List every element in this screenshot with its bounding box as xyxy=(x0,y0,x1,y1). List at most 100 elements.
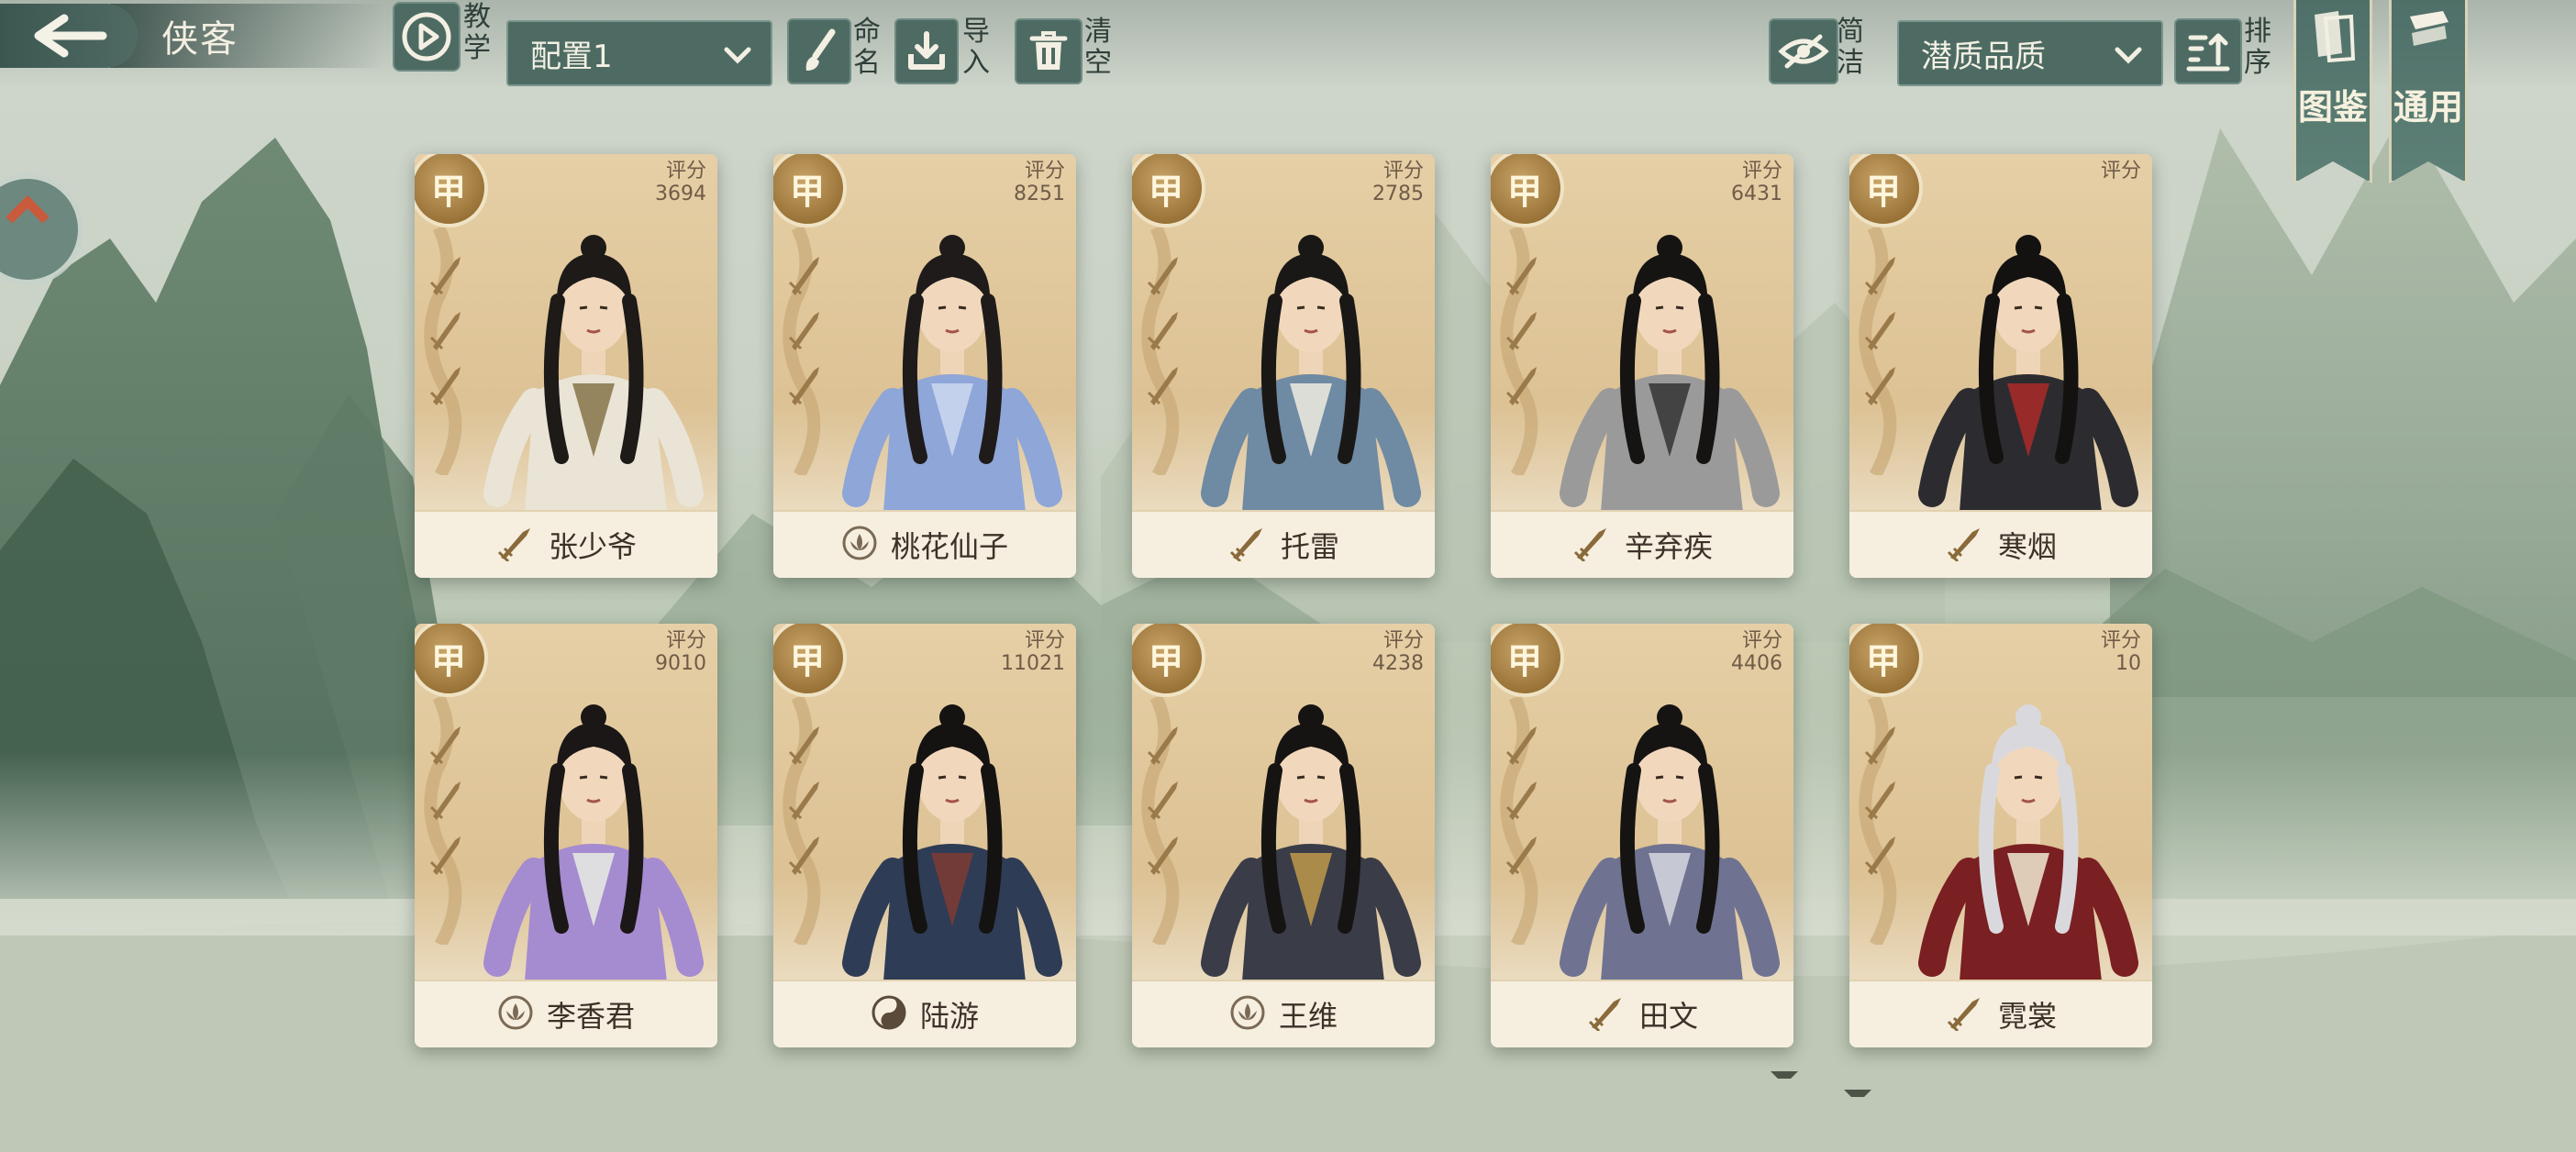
character-card[interactable]: 甲评分 6431 辛弃疾 xyxy=(1491,154,1793,578)
character-portrait xyxy=(1560,235,1780,512)
trash-icon xyxy=(1029,31,1068,70)
character-name: 田文 xyxy=(1638,999,1698,1034)
rank-strip-wrap xyxy=(1496,693,1551,948)
character-portrait xyxy=(1560,704,1780,981)
score-box: 评分 10 xyxy=(2101,629,2141,675)
portrait-wrap xyxy=(1187,182,1435,512)
simple-view-button[interactable] xyxy=(1769,18,1838,84)
rank-strip xyxy=(1500,224,1538,479)
config-select[interactable]: 配置1 xyxy=(506,20,772,86)
rank-strip xyxy=(424,693,462,948)
school-icon-wrap xyxy=(1945,994,1985,1035)
character-portrait xyxy=(1918,235,2138,512)
character-card[interactable]: 甲评分 3694 张少爷 xyxy=(415,154,717,578)
score-box: 评分 4406 xyxy=(1731,629,1782,675)
config-select-value: 配置1 xyxy=(530,38,613,75)
character-card[interactable]: 甲评分 4406 田文 xyxy=(1491,624,1793,1047)
rank-strip-wrap xyxy=(1138,693,1193,948)
score-box: 评分 11021 xyxy=(1001,629,1065,675)
score-value: 10 xyxy=(2115,652,2141,675)
portrait-wrap xyxy=(470,182,717,512)
blade-school-icon xyxy=(1229,528,1262,563)
portrait-wrap xyxy=(828,651,1076,981)
name-bar: 托雷 xyxy=(1132,510,1435,578)
atlas-ribbon-button[interactable]: 图鉴 xyxy=(2293,0,2372,183)
character-card[interactable]: 甲评分 2785 托雷 xyxy=(1132,154,1435,578)
score-value: 6431 xyxy=(1731,183,1782,205)
character-card[interactable]: 甲评分 11021 陆游 xyxy=(773,624,1076,1047)
score-value: 4406 xyxy=(1731,652,1782,675)
hidden-eye-icon xyxy=(1778,34,1829,69)
blade-school-icon xyxy=(1947,528,1980,563)
simple-view-label: 简洁 xyxy=(1837,16,1864,79)
sort-up-icon xyxy=(2186,33,2230,72)
scroll-icon xyxy=(2410,11,2448,46)
character-name: 托雷 xyxy=(1280,529,1339,564)
clear-label: 清空 xyxy=(1084,16,1112,79)
book-icon xyxy=(2315,11,2356,62)
blade-school-icon xyxy=(1573,528,1606,563)
blade-school-icon xyxy=(1588,998,1621,1033)
rank-strip-wrap xyxy=(779,224,834,479)
character-card[interactable]: 甲评分 9010 李香君 xyxy=(415,624,717,1047)
rank-strip xyxy=(1141,693,1180,948)
download-icon xyxy=(908,31,945,70)
tutorial-label: 教学 xyxy=(463,1,491,64)
character-portrait xyxy=(1201,704,1421,981)
score-box: 评分 3694 xyxy=(655,160,706,205)
name-bar: 李香君 xyxy=(415,980,717,1047)
character-name: 桃花仙子 xyxy=(890,529,1008,564)
brush-icon xyxy=(805,28,836,71)
import-button[interactable] xyxy=(894,18,959,84)
rank-strip-wrap xyxy=(1855,224,1910,479)
atlas-label: 图鉴 xyxy=(2297,86,2368,127)
portrait-wrap xyxy=(1904,651,2152,981)
score-label: 评分 xyxy=(1382,160,1424,183)
school-icon-wrap xyxy=(1945,525,1985,565)
school-icon-wrap xyxy=(1571,525,1612,565)
clear-button[interactable] xyxy=(1015,18,1083,84)
name-bar: 陆游 xyxy=(773,980,1076,1047)
sort-order-button[interactable] xyxy=(2174,18,2242,84)
general-ribbon-button[interactable]: 通用 xyxy=(2389,0,2468,183)
page-title: 侠客 xyxy=(161,18,239,61)
school-icon-wrap xyxy=(871,994,907,1035)
character-portrait xyxy=(842,235,1062,512)
name-bar: 辛弃疾 xyxy=(1491,510,1793,578)
sort-select[interactable]: 潜质品质 xyxy=(1897,20,2163,86)
score-box: 评分 6431 xyxy=(1731,160,1782,205)
name-bar: 桃花仙子 xyxy=(773,510,1076,578)
score-box: 评分 2785 xyxy=(1372,160,1424,205)
portrait-wrap xyxy=(470,651,717,981)
score-label: 评分 xyxy=(665,160,706,183)
school-icon-wrap xyxy=(841,525,878,565)
score-value: 3694 xyxy=(655,183,706,205)
rename-button[interactable] xyxy=(787,18,851,84)
character-card[interactable]: 甲评分 寒烟 xyxy=(1849,154,2152,578)
import-label: 导入 xyxy=(962,16,990,79)
character-name: 张少爷 xyxy=(548,529,637,564)
lotus-school-icon xyxy=(1230,995,1265,1030)
rank-strip xyxy=(783,224,821,479)
rank-strip-wrap xyxy=(1138,224,1193,479)
score-box: 评分 xyxy=(2101,160,2141,183)
character-portrait xyxy=(1918,704,2138,981)
rank-strip-wrap xyxy=(779,693,834,948)
portrait-wrap xyxy=(1187,651,1435,981)
character-name: 霓裳 xyxy=(1997,999,2057,1034)
school-icon-wrap xyxy=(497,994,534,1035)
school-icon-wrap xyxy=(1227,525,1268,565)
score-label: 评分 xyxy=(1024,160,1065,183)
name-bar: 田文 xyxy=(1491,980,1793,1047)
tutorial-button[interactable] xyxy=(393,2,461,72)
back-button[interactable] xyxy=(0,4,138,68)
score-label: 评分 xyxy=(1024,629,1065,652)
character-card[interactable]: 甲评分 10 霓裳 xyxy=(1849,624,2152,1047)
chevron-down-icon xyxy=(724,47,751,64)
name-bar: 王维 xyxy=(1132,980,1435,1047)
character-card[interactable]: 甲评分 4238 王维 xyxy=(1132,624,1435,1047)
portrait-wrap xyxy=(1546,182,1793,512)
rank-strip xyxy=(1141,224,1180,479)
character-card[interactable]: 甲评分 8251 桃花仙子 xyxy=(773,154,1076,578)
character-name: 寒烟 xyxy=(1997,529,2057,564)
